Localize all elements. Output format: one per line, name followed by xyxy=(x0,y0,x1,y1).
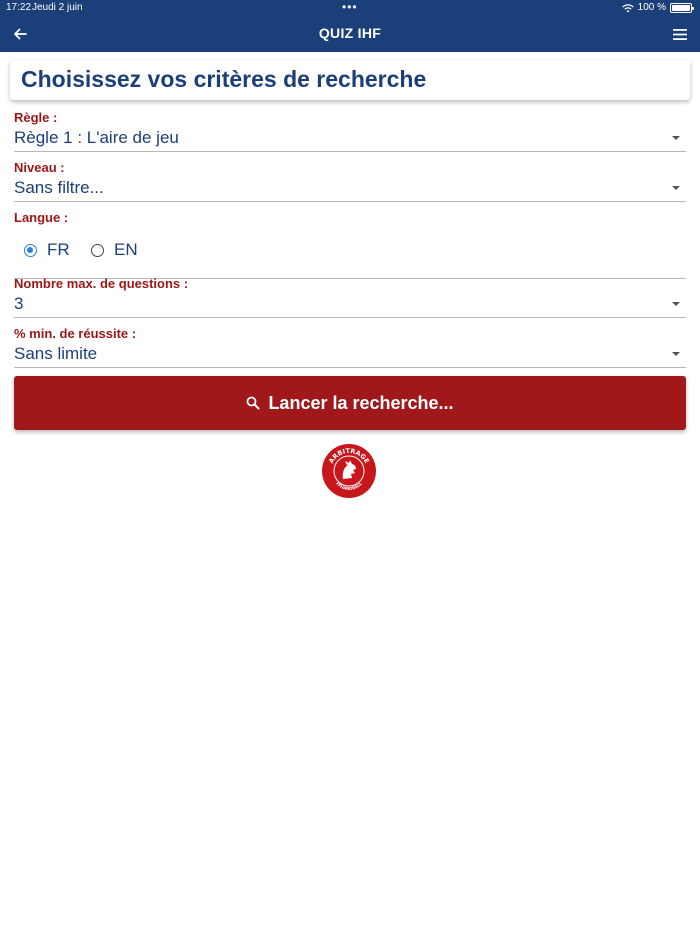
max-questions-select[interactable]: 3 xyxy=(14,292,686,318)
niveau-field: Niveau : Sans filtre... xyxy=(14,160,686,202)
regle-label: Règle : xyxy=(14,110,58,125)
min-reussite-value: Sans limite xyxy=(14,344,98,363)
dropdown-caret-icon xyxy=(672,186,680,190)
max-questions-value: 3 xyxy=(14,294,24,313)
min-reussite-label: % min. de réussite : xyxy=(14,326,137,341)
max-questions-field: Nombre max. de questions : 3 xyxy=(14,276,686,318)
radio-en[interactable]: EN xyxy=(91,240,138,260)
search-button[interactable]: Lancer la recherche... xyxy=(14,376,686,430)
radio-fr-label: FR xyxy=(47,240,70,259)
radio-en-label: EN xyxy=(114,240,138,259)
hamburger-menu-icon xyxy=(673,28,687,40)
status-date: Jeudi 2 juin xyxy=(32,2,83,13)
min-reussite-select[interactable]: Sans limite xyxy=(14,342,686,368)
niveau-value: Sans filtre... xyxy=(14,178,104,197)
criteria-card: Choisissez vos critères de recherche xyxy=(10,60,690,100)
navigation-bar: QUIZ IHF xyxy=(0,16,700,52)
min-reussite-field: % min. de réussite : Sans limite xyxy=(14,326,686,368)
langue-field: Langue : FR EN xyxy=(14,210,686,279)
page-title: QUIZ IHF xyxy=(318,25,382,41)
wifi-icon xyxy=(621,3,634,12)
dropdown-caret-icon xyxy=(672,136,680,140)
regle-value: Règle 1 : L'aire de jeu xyxy=(14,128,179,147)
max-questions-label: Nombre max. de questions : xyxy=(14,276,189,291)
app-header: 17:22 Jeudi 2 juin ••• 100 % QUIZ IHF xyxy=(0,0,700,52)
arbitrage-logo: ARBITRAGE FFHANDBALL xyxy=(322,444,376,498)
search-button-label: Lancer la recherche... xyxy=(268,392,454,413)
langue-label: Langue : xyxy=(14,210,69,225)
multitask-dots[interactable]: ••• xyxy=(342,0,358,14)
status-bar: 17:22 Jeudi 2 juin ••• 100 % xyxy=(0,0,700,16)
status-time: 17:22 xyxy=(6,2,32,13)
regle-field: Règle : Règle 1 : L'aire de jeu xyxy=(14,110,686,152)
langue-radio-group: FR EN xyxy=(14,225,686,279)
radio-unchecked-icon xyxy=(91,243,104,257)
dropdown-caret-icon xyxy=(672,352,680,356)
radio-checked-icon xyxy=(24,243,37,257)
battery-icon xyxy=(670,2,694,13)
battery-percent: 100 % xyxy=(637,2,666,13)
status-indicators: 100 % xyxy=(621,2,694,13)
dropdown-caret-icon xyxy=(672,302,680,306)
niveau-label: Niveau : xyxy=(14,160,65,175)
regle-select[interactable]: Règle 1 : L'aire de jeu xyxy=(14,126,686,152)
search-icon xyxy=(247,396,260,410)
niveau-select[interactable]: Sans filtre... xyxy=(14,176,686,202)
radio-fr[interactable]: FR xyxy=(24,240,70,260)
menu-button[interactable] xyxy=(668,22,692,46)
card-title: Choisissez vos critères de recherche xyxy=(21,66,427,92)
